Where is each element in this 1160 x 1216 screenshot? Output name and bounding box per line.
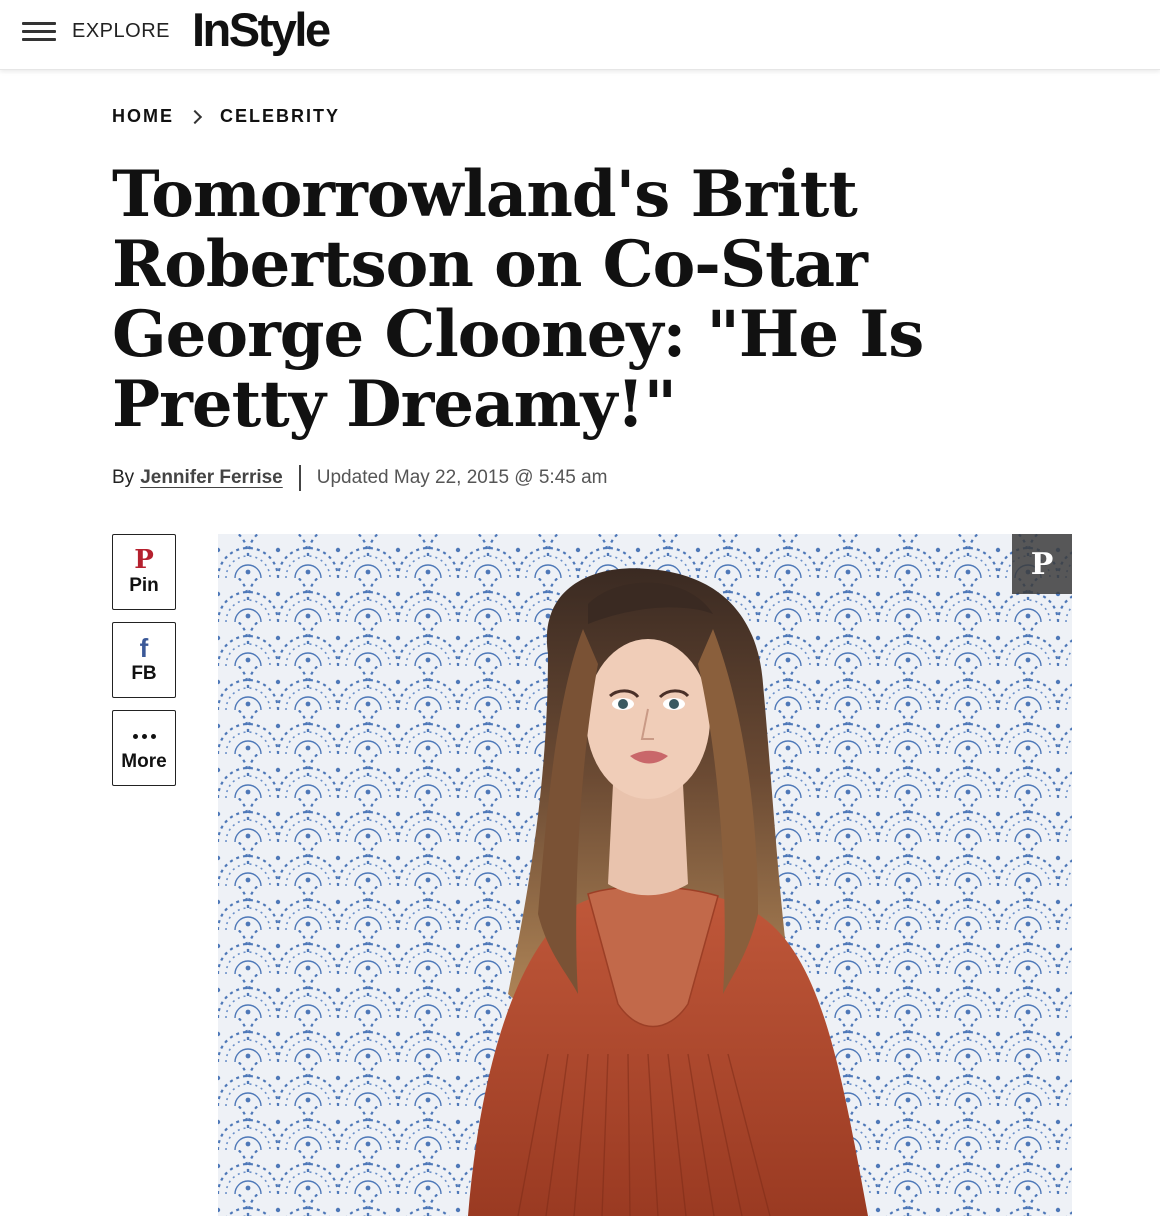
explore-label[interactable]: EXPLORE	[72, 20, 170, 43]
pin-share-button[interactable]: P Pin	[112, 534, 176, 610]
facebook-share-label: FB	[131, 663, 157, 684]
byline-divider	[298, 465, 301, 491]
byline: By Jennifer Ferrise Updated May 22, 2015…	[112, 464, 608, 492]
breadcrumb-celebrity-link[interactable]: CELEBRITY	[220, 106, 340, 127]
pin-share-label: Pin	[129, 575, 159, 596]
instyle-logo[interactable]: InStyle	[192, 2, 331, 58]
hamburger-icon[interactable]	[22, 20, 56, 42]
more-share-button[interactable]: More	[112, 710, 176, 786]
more-share-label: More	[121, 751, 167, 772]
facebook-share-button[interactable]: f FB	[112, 622, 176, 698]
author-link[interactable]: Jennifer Ferrise	[140, 467, 283, 489]
image-pin-button[interactable]: P	[1012, 534, 1072, 594]
site-header: EXPLORE InStyle	[0, 0, 1160, 70]
breadcrumb: HOME CELEBRITY	[112, 106, 340, 127]
explore-menu-button[interactable]: EXPLORE	[22, 17, 170, 45]
pinterest-icon: P	[134, 545, 154, 575]
facebook-icon: f	[139, 633, 149, 663]
breadcrumb-home-link[interactable]: HOME	[112, 106, 174, 127]
updated-date: Updated May 22, 2015 @ 5:45 am	[316, 467, 608, 488]
byline-prefix: By	[112, 467, 135, 488]
more-dots-icon	[132, 723, 156, 749]
hero-image: P	[218, 534, 1072, 1216]
chevron-right-icon	[187, 109, 203, 124]
article-title: Tomorrowland's Britt Robertson on Co-Sta…	[112, 157, 924, 442]
pinterest-icon: P	[1030, 546, 1054, 582]
